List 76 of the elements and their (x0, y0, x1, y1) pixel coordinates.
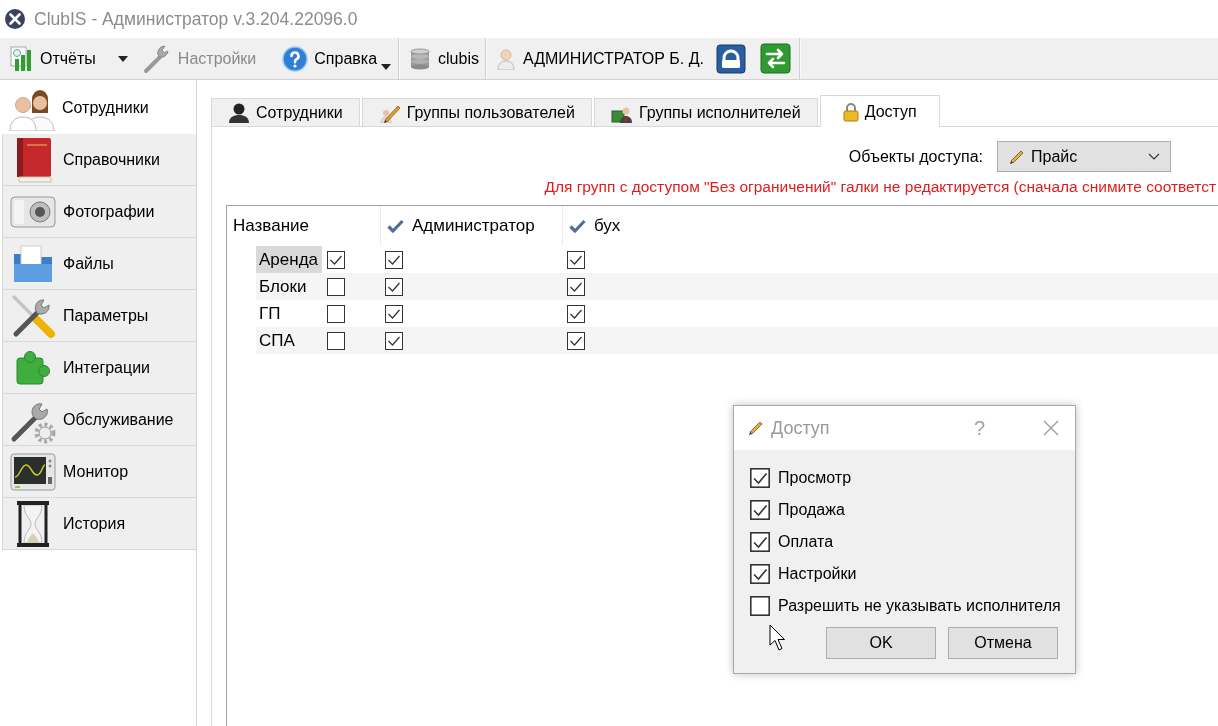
column-header: Название (233, 216, 309, 236)
lock-icon (716, 43, 746, 74)
toolbar-label: АДМИНИСТРАТОР Б. Д. (522, 49, 704, 68)
checkmark-icon (569, 219, 586, 233)
table-cell[interactable]: СПА (256, 327, 322, 354)
checkbox[interactable] (750, 500, 770, 520)
column-header: Администратор (412, 216, 535, 236)
checkbox[interactable] (567, 331, 585, 350)
checkbox[interactable] (750, 532, 770, 552)
user-silhouette-icon (228, 102, 250, 123)
close-icon (1043, 420, 1059, 436)
monitor-icon (10, 452, 56, 491)
checkbox[interactable] (327, 331, 345, 350)
table-cell[interactable]: Аренда (256, 246, 322, 273)
checkbox[interactable] (385, 304, 403, 323)
tools-icon (10, 292, 56, 339)
sidebar-item[interactable]: Справочники (2, 134, 196, 186)
toolbar-button[interactable]: Отчёты (6, 43, 100, 74)
field-label: Объекты доступа: (848, 147, 983, 166)
bar-chart-icon (10, 45, 34, 72)
sidebar-item[interactable]: Интеграции (2, 342, 196, 394)
pencil-icon (747, 419, 765, 437)
tab[interactable]: Сотрудники (211, 98, 360, 126)
app-logo-icon (5, 9, 25, 29)
checkbox[interactable] (750, 596, 770, 616)
help-icon (282, 45, 309, 72)
sidebar-item[interactable]: История (2, 498, 196, 550)
table-cell[interactable]: ГП (256, 300, 322, 327)
dialog-button[interactable]: Отмена (948, 627, 1058, 659)
checkbox[interactable] (327, 277, 345, 296)
checkbox[interactable] (327, 250, 345, 269)
table-cell[interactable]: Блоки (256, 273, 322, 300)
sidebar-item[interactable]: Файлы (2, 238, 196, 290)
close-button[interactable] (1041, 418, 1061, 438)
tab[interactable]: Группы исполнителей (593, 98, 818, 126)
padlock-icon (842, 101, 859, 122)
checkbox[interactable] (567, 304, 585, 323)
toolbar-label: clubis (438, 49, 479, 68)
checkbox[interactable] (327, 304, 345, 323)
toolbar-menu-button[interactable]: Справка (278, 43, 396, 74)
sidebar-item[interactable]: Обслуживание (2, 394, 196, 446)
checkbox[interactable] (567, 250, 585, 269)
sidebar-item[interactable]: Монитор (2, 446, 196, 498)
checkbox-label: Оплата (778, 533, 834, 551)
checkbox[interactable] (750, 468, 770, 488)
folder-icon (13, 243, 53, 284)
puzzle-icon (13, 349, 53, 386)
warning-text: Для групп с доступом "Без ограничений" галки не редактируется (сначала снимите соответст (544, 178, 1216, 196)
checkbox[interactable] (385, 277, 403, 296)
user-icon (496, 47, 515, 70)
chevron-down-icon (1148, 153, 1160, 160)
database-icon (410, 47, 431, 70)
checkbox-label: Разрешить не указывать исполнителя (778, 597, 1061, 615)
checkbox[interactable] (567, 277, 585, 296)
checkbox[interactable] (750, 564, 770, 584)
camera-icon (10, 195, 56, 228)
column-header: бух (594, 216, 621, 236)
tab[interactable]: Группы пользователей (361, 98, 592, 126)
checkbox-label: Просмотр (778, 469, 852, 487)
sidebar-item[interactable]: Параметры (2, 290, 196, 342)
window-title: ClubIS - Администратор v.3.204.22096.0 (34, 8, 358, 30)
dialog-button[interactable]: OK (826, 627, 936, 659)
objects-dropdown[interactable]: Прайс (997, 141, 1171, 172)
swap-arrows-icon (760, 43, 791, 74)
caret-icon (117, 55, 128, 62)
checkmark-icon (387, 219, 404, 233)
wrench-icon (141, 43, 172, 74)
checkbox[interactable] (385, 250, 403, 269)
checkbox-label: Настройки (778, 565, 857, 583)
tab[interactable]: Доступ (819, 95, 940, 127)
dialog-title: Доступ (771, 417, 830, 439)
sidebar-item[interactable]: Фотографии (2, 186, 196, 238)
hourglass-icon (15, 499, 51, 548)
checkbox-label: Продажа (778, 501, 845, 519)
checkbox[interactable] (385, 331, 403, 350)
caret-icon (381, 63, 392, 70)
